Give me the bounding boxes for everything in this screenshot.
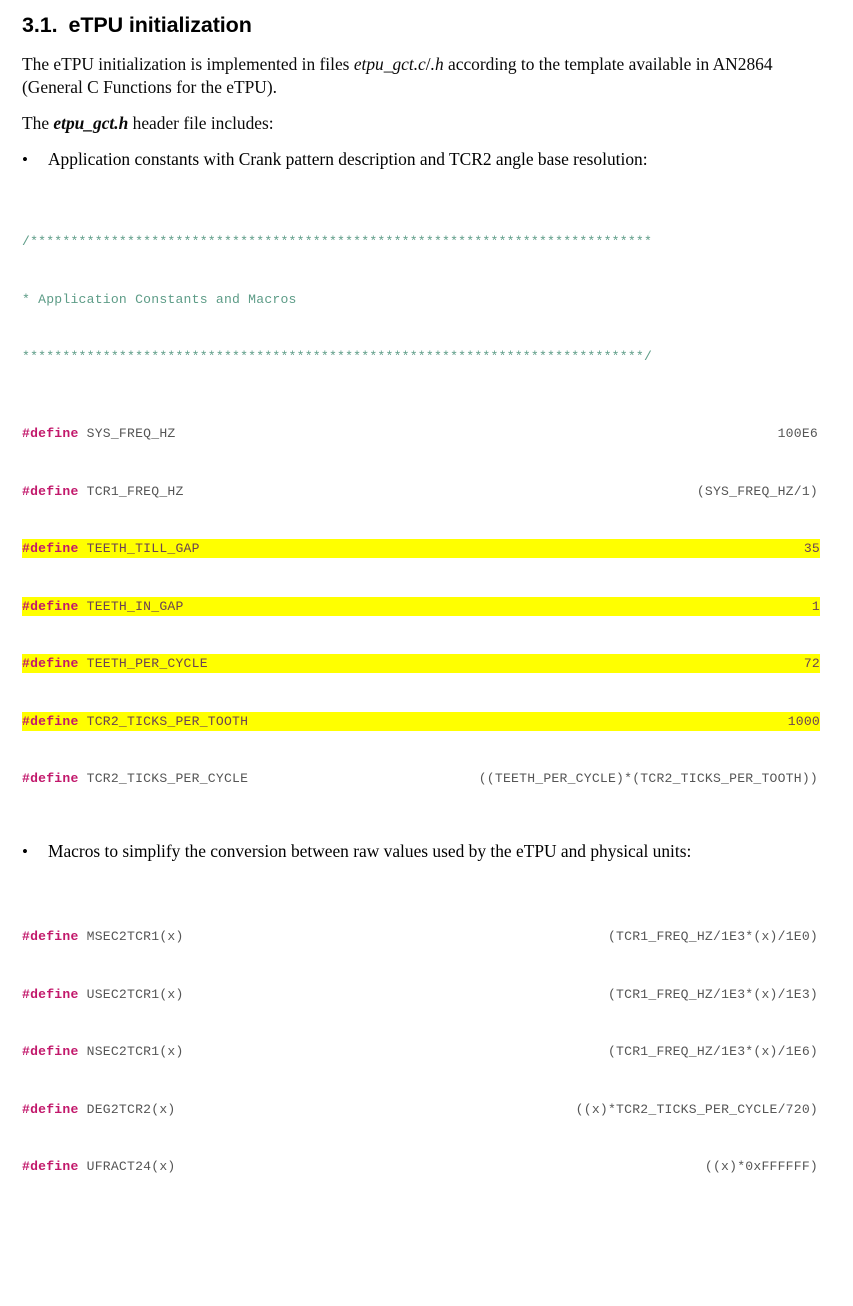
code-line-define: #define NSEC2TCR1(x) (TCR1_FREQ_HZ/1E3*(x…	[22, 1042, 853, 1061]
define-keyword: #define	[22, 713, 87, 729]
code-comment-banner-bottom: ****************************************…	[22, 347, 853, 366]
macro-name: TEETH_PER_CYCLE	[86, 656, 208, 672]
code-line-define: #define UFRACT24(x) ((x)*0xFFFFFF)	[22, 1157, 853, 1176]
section-title: eTPU initialization	[68, 13, 252, 37]
code-line-define: #define SYS_FREQ_HZ 100E6	[22, 424, 853, 443]
intro-paragraph: The eTPU initialization is implemented i…	[0, 53, 853, 100]
macro-value: (TCR1_FREQ_HZ/1E3*(x)/1E0)	[607, 928, 818, 944]
bullet-label-macros: Macros to simplify the conversion betwee…	[48, 841, 692, 862]
code-line-define: #define TCR2_TICKS_PER_CYCLE ((TEETH_PER_…	[22, 769, 853, 788]
macro-value: 1000	[787, 713, 820, 729]
macro-name: DEG2TCR2(x)	[86, 1101, 176, 1117]
code-blank-line-2	[22, 1292, 853, 1306]
code-line-define-highlighted: #define TEETH_PER_CYCLE 72	[22, 654, 820, 674]
bullet-item-macros: • Macros to simplify the conversion betw…	[0, 840, 853, 864]
header-file-paragraph: The etpu_gct.h header file includes:	[0, 112, 853, 136]
macro-value: (TCR1_FREQ_HZ/1E3*(x)/1E3)	[607, 986, 818, 1002]
banner-bottom-text: ****************************************…	[22, 349, 653, 365]
define-keyword: #define	[22, 483, 87, 499]
code-line-define-highlighted: #define TEETH_IN_GAP 1	[22, 596, 820, 616]
code-block-macros: #define MSEC2TCR1(x) (TCR1_FREQ_HZ/1E3*(x…	[0, 889, 853, 1306]
document-page: 3.1. eTPU initialization The eTPU initial…	[0, 0, 853, 1174]
define-keyword: #define	[22, 598, 87, 614]
code-line-define: #define USEC2TCR1(x) (TCR1_FREQ_HZ/1E3*(x…	[22, 985, 853, 1004]
code-line-define: #define DEG2TCR2(x) ((x)*TCR2_TICKS_PER_C…	[22, 1100, 853, 1119]
macro-name: TEETH_IN_GAP	[86, 598, 184, 614]
intro-file-name: etpu_gct.c	[353, 53, 426, 74]
code-comment-banner-top: /***************************************…	[22, 232, 853, 251]
define-keyword: #define	[22, 986, 87, 1002]
banner-top-text: /***************************************…	[22, 233, 653, 249]
define-keyword: #define	[22, 541, 87, 557]
define-keyword: #define	[22, 928, 87, 944]
intro-file-ext: .h	[430, 53, 444, 74]
code-line-define: #define MSEC2TCR1(x) (TCR1_FREQ_HZ/1E3*(x…	[22, 927, 853, 946]
header-file-name: etpu_gct.h	[53, 112, 129, 133]
bullet-label-constants: Application constants with Crank pattern…	[48, 149, 648, 170]
define-keyword: #define	[22, 1159, 87, 1175]
macro-name: MSEC2TCR1(x)	[86, 928, 184, 944]
macro-value: 35	[803, 541, 820, 557]
banner-title-text: * Application Constants and Macros	[22, 291, 297, 307]
macro-value: (SYS_FREQ_HZ/1)	[696, 483, 818, 499]
macro-name: SYS_FREQ_HZ	[86, 425, 176, 441]
macro-name: USEC2TCR1(x)	[86, 986, 184, 1002]
macro-name: TCR2_TICKS_PER_TOOTH	[86, 713, 249, 729]
header-text-a: The	[22, 112, 54, 133]
define-keyword: #define	[22, 1101, 87, 1117]
macro-name: TCR1_FREQ_HZ	[86, 483, 184, 499]
define-keyword: #define	[22, 771, 87, 787]
macro-value: 72	[803, 656, 820, 672]
define-keyword: #define	[22, 425, 87, 441]
intro-text-a: The eTPU initialization is implemented i…	[22, 53, 354, 74]
bullet-marker-icon: •	[22, 842, 28, 862]
define-keyword: #define	[22, 656, 87, 672]
macro-value: ((TEETH_PER_CYCLE)*(TCR2_TICKS_PER_TOOTH…	[478, 771, 818, 787]
bullet-marker-icon: •	[22, 150, 28, 170]
macro-value: 1	[811, 598, 820, 614]
code-line-define-highlighted: #define TCR2_TICKS_PER_TOOTH 1000	[22, 711, 820, 732]
page-title: 3.1. eTPU initialization	[0, 0, 853, 40]
code-comment-banner-title: * Application Constants and Macros	[22, 290, 853, 309]
header-text-b: header file includes:	[128, 112, 274, 133]
bullet-item-constants: • Application constants with Crank patte…	[0, 148, 853, 172]
section-number: 3.1.	[22, 13, 58, 37]
macro-value: ((x)*0xFFFFFF)	[704, 1159, 818, 1175]
macro-value: 100E6	[777, 425, 818, 441]
macro-name: UFRACT24(x)	[86, 1159, 176, 1175]
code-line-define-highlighted: #define TEETH_TILL_GAP 35	[22, 539, 820, 559]
macro-value: ((x)*TCR2_TICKS_PER_CYCLE/720)	[575, 1101, 818, 1117]
code-block-constants: /***************************************…	[0, 194, 853, 828]
macro-name: NSEC2TCR1(x)	[86, 1044, 184, 1060]
macro-name: TCR2_TICKS_PER_CYCLE	[86, 771, 249, 787]
macro-value: (TCR1_FREQ_HZ/1E3*(x)/1E6)	[607, 1044, 818, 1060]
code-line-define: #define TCR1_FREQ_HZ (SYS_FREQ_HZ/1)	[22, 482, 853, 501]
macro-name: TEETH_TILL_GAP	[86, 541, 200, 557]
define-keyword: #define	[22, 1044, 87, 1060]
